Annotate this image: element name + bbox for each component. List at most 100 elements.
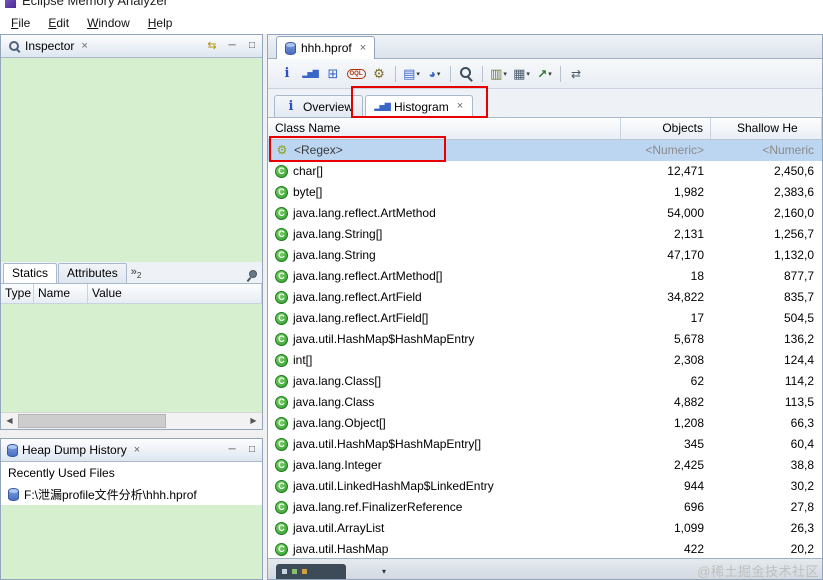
histogram-row[interactable]: java.util.LinkedHashMap$LinkedEntry 944 … <box>268 476 822 497</box>
objects-value: 34,822 <box>667 290 704 304</box>
class-name: char[] <box>293 164 324 178</box>
histogram-row[interactable]: java.lang.Integer 2,425 38,8 <box>268 455 822 476</box>
menu-help[interactable]: Help <box>139 12 182 34</box>
dropdown-caret: ▾ <box>436 70 441 78</box>
class-name: java.lang.reflect.ArtMethod[] <box>293 269 443 283</box>
tab-overflow-indicator[interactable]: »2 <box>131 266 142 280</box>
histogram-row[interactable]: java.lang.reflect.ArtField[] 17 504,5 <box>268 308 822 329</box>
horizontal-scrollbar[interactable]: ◀ ▶ <box>1 412 262 429</box>
class-name: java.lang.String[] <box>293 227 383 241</box>
maximize-icon[interactable]: □ <box>246 445 258 455</box>
column-header-objects[interactable]: Objects <box>621 118 711 139</box>
group-by-icon[interactable]: ▾ <box>488 64 509 84</box>
histogram-icon[interactable] <box>300 64 321 84</box>
cell-class-name: java.lang.reflect.ArtMethod[] <box>268 266 621 287</box>
menu-item-label: Window <box>87 16 130 30</box>
scrollbar-thumb[interactable] <box>18 414 166 428</box>
histogram-row[interactable]: java.lang.reflect.ArtField 34,822 835,7 <box>268 287 822 308</box>
statics-table-header: Type Name Value <box>1 284 262 304</box>
statics-column-header[interactable]: Value <box>88 284 262 303</box>
minimize-icon[interactable]: ─ <box>226 41 238 51</box>
statics-column-header[interactable]: Type <box>1 284 34 303</box>
dominator-tree-icon[interactable] <box>323 64 344 84</box>
oql-icon[interactable] <box>346 64 367 84</box>
menu-edit[interactable]: Edit <box>39 12 78 34</box>
leak-report-icon[interactable] <box>369 64 390 84</box>
cell-class-name: byte[] <box>268 182 621 203</box>
query-browser-icon[interactable]: ▾ <box>401 64 422 84</box>
menu-window[interactable]: Window <box>78 12 139 34</box>
histogram-row[interactable]: java.lang.Object[] 1,208 66,3 <box>268 413 822 434</box>
close-icon[interactable]: × <box>134 444 140 456</box>
table-columns-icon[interactable]: ▾ <box>511 64 532 84</box>
heap-dump-history-header[interactable]: Heap Dump History × ─ □ <box>1 439 262 462</box>
histogram-row[interactable]: java.util.HashMap$HashMapEntry[] 345 60,… <box>268 434 822 455</box>
histogram-row[interactable]: char[] 12,471 2,450,6 <box>268 161 822 182</box>
histogram-row[interactable]: java.lang.String 47,170 1,132,0 <box>268 245 822 266</box>
shallow-heap-value: 20,2 <box>790 542 814 556</box>
column-header-shallow-heap[interactable]: Shallow He <box>711 118 822 139</box>
class-icon <box>275 543 288 556</box>
histogram-row[interactable]: byte[] 1,982 2,383,6 <box>268 182 822 203</box>
cell-class-name: java.lang.String <box>268 245 621 266</box>
heap-dump-file-item[interactable]: F:\泄漏profile文件分析\hhh.hprof <box>1 484 262 505</box>
histogram-filter-row[interactable]: <Regex> <Numeric> <Numeric <box>268 140 822 161</box>
compare-icon[interactable] <box>566 64 587 84</box>
export-icon[interactable]: ▾ <box>534 64 555 84</box>
search-icon[interactable] <box>456 64 477 84</box>
close-icon[interactable]: × <box>360 42 366 54</box>
shallow-heap-value: 114,2 <box>784 374 814 388</box>
minimize-icon[interactable]: ─ <box>226 445 238 455</box>
bottom-panel-tab[interactable] <box>276 564 346 579</box>
link-with-editor-icon[interactable]: ⇆ <box>206 40 218 52</box>
histogram-row[interactable]: java.util.ArrayList 1,099 26,3 <box>268 518 822 539</box>
cell-class-name: java.lang.String[] <box>268 224 621 245</box>
editor-tab-hhh-hprof[interactable]: hhh.hprof × <box>276 36 376 59</box>
inspector-view-title: Inspector <box>25 39 75 53</box>
close-icon[interactable]: × <box>81 40 87 52</box>
class-name: java.util.LinkedHashMap$LinkedEntry <box>293 479 494 493</box>
menu-item-label: Edit <box>48 16 70 30</box>
class-name: byte[] <box>293 185 323 199</box>
scroll-right-icon[interactable]: ▶ <box>245 413 262 429</box>
tab-attributes[interactable]: Attributes <box>58 263 127 283</box>
histogram-row[interactable]: int[] 2,308 124,4 <box>268 350 822 371</box>
info-icon <box>284 100 298 114</box>
tab-statics[interactable]: Statics <box>3 263 58 283</box>
overview-info-icon[interactable] <box>277 64 298 84</box>
scroll-left-icon[interactable]: ◀ <box>1 413 18 429</box>
class-icon <box>275 249 288 262</box>
histogram-row[interactable]: java.lang.Class[] 62 114,2 <box>268 371 822 392</box>
shallow-heap-value: 30,2 <box>790 479 814 493</box>
hprof-file-path: F:\泄漏profile文件分析\hhh.hprof <box>24 488 197 502</box>
heap-dump-file-icon <box>285 41 296 55</box>
close-icon[interactable]: × <box>457 101 463 112</box>
objects-value: 1,982 <box>673 185 704 199</box>
inspector-view-header[interactable]: Inspector × ⇆ ─ □ <box>1 35 262 58</box>
app-window-icon <box>5 0 16 8</box>
tab-overview[interactable]: Overview <box>274 95 364 117</box>
cell-class-name: int[] <box>268 350 621 371</box>
class-icon <box>275 312 288 325</box>
shallow-heap-value: 113,5 <box>784 395 814 409</box>
maximize-icon[interactable]: □ <box>246 41 258 51</box>
menu-file[interactable]: File <box>2 12 39 34</box>
class-icon <box>275 438 288 451</box>
shallow-heap-value: 1,256,7 <box>773 227 814 241</box>
pin-icon[interactable] <box>245 269 257 283</box>
histogram-row[interactable]: java.lang.reflect.ArtMethod[] 18 877,7 <box>268 266 822 287</box>
class-name: java.lang.String <box>293 248 376 262</box>
histogram-row[interactable]: java.lang.String[] 2,131 1,256,7 <box>268 224 822 245</box>
dropdown-caret-icon[interactable]: ▾ <box>382 567 386 576</box>
tab-histogram[interactable]: Histogram × <box>365 95 474 117</box>
bottom-tab-mini-icon <box>282 569 287 574</box>
histogram-row[interactable]: java.util.HashMap 422 20,2 <box>268 539 822 560</box>
histogram-row[interactable]: java.lang.Class 4,882 113,5 <box>268 392 822 413</box>
column-header-class-name[interactable]: Class Name <box>268 118 621 139</box>
histogram-row[interactable]: java.lang.ref.FinalizerReference 696 27,… <box>268 497 822 518</box>
statics-column-header[interactable]: Name <box>34 284 88 303</box>
histogram-row[interactable]: java.lang.reflect.ArtMethod 54,000 2,160… <box>268 203 822 224</box>
histogram-row[interactable]: java.util.HashMap$HashMapEntry 5,678 136… <box>268 329 822 350</box>
heap-objects-icon[interactable]: ▾ <box>424 64 445 84</box>
objects-value: 5,678 <box>673 332 704 346</box>
